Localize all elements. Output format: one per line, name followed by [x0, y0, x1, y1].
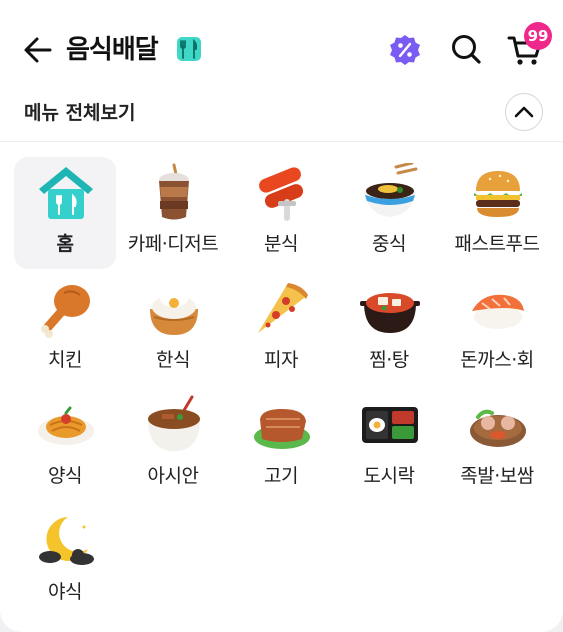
search-icon[interactable] — [448, 31, 484, 67]
cart-count-badge: 99 — [524, 22, 552, 50]
menu-label: 돈까스·회 — [460, 349, 534, 371]
menu-label: 찜·탕 — [369, 349, 409, 371]
tteokbokki-icon — [259, 167, 304, 221]
menu-item-stew[interactable]: 찜·탕 — [338, 273, 440, 385]
menu-item-pizza[interactable]: 피자 — [230, 273, 332, 385]
menu-item-lunchbox[interactable]: 도시락 — [338, 389, 440, 501]
menu-item-pork-cutlet-sashimi[interactable]: 돈까스·회 — [446, 273, 548, 385]
pizza-icon — [258, 283, 308, 333]
menu-item-fastfood[interactable]: 패스트푸드 — [446, 157, 548, 269]
menu-sheet: 음식배달 99 메뉴 전체보기 홈 카페·디저트 분식 중식 패스트푸드 치킨 … — [0, 0, 563, 632]
stew-pot-icon — [360, 293, 420, 333]
fork-knife-icon — [177, 37, 201, 61]
menu-item-cafe-dessert[interactable]: 카페·디저트 — [122, 157, 224, 269]
lunchbox-icon — [362, 407, 418, 443]
chevron-up-icon — [514, 106, 534, 118]
menu-item-western[interactable]: 양식 — [14, 389, 116, 501]
menu-item-meat[interactable]: 고기 — [230, 389, 332, 501]
menu-label: 고기 — [264, 465, 298, 487]
noodle-bowl-icon — [364, 163, 418, 217]
coupon-badge-icon[interactable] — [388, 33, 422, 67]
menu-label: 도시락 — [363, 465, 415, 487]
menu-label: 중식 — [372, 233, 406, 255]
menu-item-bunsik[interactable]: 분식 — [230, 157, 332, 269]
menu-label: 홈 — [56, 233, 74, 255]
pork-plate-icon — [470, 409, 526, 447]
menu-label: 아시안 — [147, 465, 199, 487]
home-icon — [39, 167, 93, 219]
collapse-button[interactable] — [505, 93, 543, 131]
menu-item-chinese[interactable]: 중식 — [338, 157, 440, 269]
menu-item-late-night[interactable]: 야식 — [14, 505, 116, 617]
menu-label: 피자 — [264, 349, 298, 371]
header: 음식배달 99 — [0, 0, 563, 100]
menu-item-jokbal-bossam[interactable]: 족발·보쌈 — [446, 389, 548, 501]
pho-icon — [148, 395, 200, 451]
back-arrow-icon[interactable] — [20, 32, 56, 68]
pasta-icon — [38, 406, 94, 445]
page-title: 음식배달 — [66, 35, 159, 65]
menu-label: 분식 — [264, 233, 298, 255]
meat-icon — [254, 409, 310, 449]
menu-item-home[interactable]: 홈 — [14, 157, 116, 269]
menu-item-chicken[interactable]: 치킨 — [14, 273, 116, 385]
sushi-icon — [472, 294, 524, 329]
menu-label: 한식 — [156, 349, 190, 371]
burger-icon — [474, 171, 522, 217]
menu-label: 족발·보쌈 — [460, 465, 534, 487]
menu-label: 양식 — [48, 465, 82, 487]
chicken-leg-icon — [41, 285, 90, 338]
iced-coffee-icon — [159, 163, 189, 220]
menu-item-asian[interactable]: 아시안 — [122, 389, 224, 501]
menu-label: 패스트푸드 — [454, 233, 540, 255]
rice-bowl-icon — [150, 291, 198, 335]
menu-label: 카페·디저트 — [127, 233, 219, 255]
menu-label: 야식 — [48, 581, 82, 603]
menu-item-korean[interactable]: 한식 — [122, 273, 224, 385]
moon-night-icon — [39, 517, 94, 565]
menu-label: 치킨 — [48, 349, 82, 371]
divider — [0, 141, 563, 142]
section-title: 메뉴 전체보기 — [24, 102, 136, 124]
